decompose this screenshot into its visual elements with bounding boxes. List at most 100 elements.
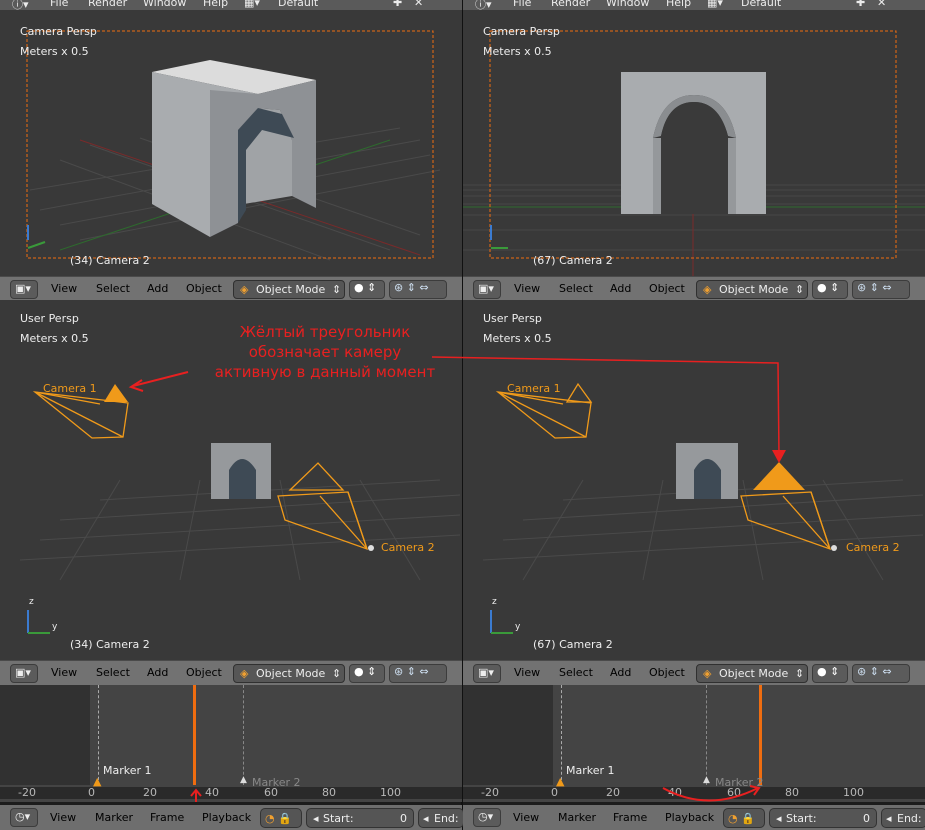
start-frame-field[interactable]: ◂ Start: 0 [306, 808, 414, 828]
menu-object[interactable]: Object [649, 282, 685, 295]
frame-info: (67) Camera 2 [533, 254, 613, 267]
menu-render[interactable]: Render [88, 0, 127, 9]
viewport-camera-persp[interactable]: Camera Persp Meters x 0.5 (67) Camera 2 [463, 10, 925, 276]
menu-help[interactable]: Help [203, 0, 228, 9]
layout-icon[interactable]: ▦▾ [707, 0, 723, 9]
timeline[interactable]: Marker 1 ▲ ▲ Marker 2 -20 0 20 40 60 80 … [0, 685, 462, 802]
menu-playback[interactable]: Playback [665, 811, 714, 824]
info-icon[interactable]: ⓘ▾ [12, 0, 29, 10]
add-layout-icon[interactable]: ✚ [856, 0, 865, 9]
end-frame-field[interactable]: ◂ End: [881, 808, 925, 828]
timeline-preroll [0, 685, 90, 785]
sphere-icon: ● ⇕ [817, 281, 840, 294]
shading-button[interactable]: ● ⇕ [349, 664, 385, 683]
mode-selector[interactable]: ◈ Object Mode ⇕ [696, 280, 808, 299]
menu-render[interactable]: Render [551, 0, 590, 9]
mode-selector[interactable]: ◈ Object Mode ⇕ [233, 280, 345, 299]
marker2-icon[interactable]: ▲ [240, 775, 247, 785]
menu-object[interactable]: Object [649, 666, 685, 679]
camera1-label: Camera 1 [43, 382, 97, 395]
menu-select[interactable]: Select [96, 282, 130, 295]
menu-view[interactable]: View [513, 811, 539, 824]
cube-icon: ▣▾ [15, 666, 31, 679]
menu-window[interactable]: Window [143, 0, 186, 9]
clock-icon: ◷▾ [478, 810, 494, 823]
unit-scale: Meters x 0.5 [20, 332, 89, 345]
editor-type-button[interactable]: ◷▾ [10, 808, 38, 827]
frame-info: (67) Camera 2 [533, 638, 613, 651]
pivot-manipulator-button[interactable]: ⊛ ⇕ ⇔ [389, 280, 447, 299]
pivot-icon: ⊛ ⇕ ⇔ [857, 281, 892, 294]
menu-view[interactable]: View [514, 282, 540, 295]
menu-add[interactable]: Add [147, 282, 168, 295]
menu-add[interactable]: Add [610, 666, 631, 679]
chevron-left-icon: ◂ [776, 812, 782, 825]
marker1-line [561, 685, 562, 785]
end-frame-field[interactable]: ◂ End: [418, 808, 464, 828]
mode-selector[interactable]: ◈ Object Mode ⇕ [233, 664, 345, 683]
timeline[interactable]: Marker 1 ▲ ▲ Marker 2 -20 0 20 40 60 80 … [463, 685, 925, 802]
mode-label: Object Mode [719, 667, 789, 680]
preview-range-toggle[interactable]: ◔ 🔒 [260, 808, 302, 828]
menu-marker[interactable]: Marker [95, 811, 133, 824]
menu-marker[interactable]: Marker [558, 811, 596, 824]
current-frame-indicator[interactable] [759, 685, 762, 785]
timeline-header: ◷▾ View Marker Frame Playback ◔ 🔒 ◂ Star… [0, 805, 464, 830]
pivot-manipulator-button[interactable]: ⊛ ⇕ ⇔ [852, 280, 910, 299]
editor-type-button[interactable]: ▣▾ [10, 280, 38, 299]
menu-select[interactable]: Select [559, 666, 593, 679]
viewport-camera-persp[interactable]: Camera Persp Meters x 0.5 (34) Camera 2 [0, 10, 462, 276]
object-mode-icon: ◈ [240, 667, 249, 680]
layout-icon[interactable]: ▦▾ [244, 0, 260, 9]
menu-help[interactable]: Help [666, 0, 691, 9]
viewport-user-persp[interactable]: User Persp Meters x 0.5 Camera 1 Camera … [463, 300, 925, 660]
menu-add[interactable]: Add [610, 282, 631, 295]
layout-name[interactable]: Default [278, 0, 318, 9]
current-frame-indicator[interactable] [193, 685, 196, 785]
pivot-manipulator-button[interactable]: ⊛ ⇕ ⇔ [389, 664, 447, 683]
mode-selector[interactable]: ◈ Object Mode ⇕ [696, 664, 808, 683]
editor-type-button[interactable]: ▣▾ [473, 280, 501, 299]
menu-view[interactable]: View [50, 811, 76, 824]
preview-range-toggle[interactable]: ◔ 🔒 [723, 808, 765, 828]
menu-file[interactable]: File [513, 0, 531, 9]
menu-view[interactable]: View [51, 282, 77, 295]
menu-file[interactable]: File [50, 0, 68, 9]
tick-label: 40 [205, 786, 219, 799]
curved-arrow-icon [662, 785, 761, 802]
shading-button[interactable]: ● ⇕ [349, 280, 385, 299]
start-frame-field[interactable]: ◂ Start: 0 [769, 808, 877, 828]
shading-button[interactable]: ● ⇕ [812, 280, 848, 299]
remove-layout-icon[interactable]: ✕ [414, 0, 423, 9]
chevron-left-icon: ◂ [886, 812, 892, 825]
menu-view[interactable]: View [51, 666, 77, 679]
menu-object[interactable]: Object [186, 666, 222, 679]
menu-object[interactable]: Object [186, 282, 222, 295]
remove-layout-icon[interactable]: ✕ [877, 0, 886, 9]
menu-frame[interactable]: Frame [613, 811, 647, 824]
menu-playback[interactable]: Playback [202, 811, 251, 824]
info-icon[interactable]: ⓘ▾ [475, 0, 492, 10]
timeline-ruler: -20 0 20 40 60 80 100 [0, 786, 462, 799]
menu-select[interactable]: Select [559, 282, 593, 295]
shading-button[interactable]: ● ⇕ [812, 664, 848, 683]
editor-type-button[interactable]: ◷▾ [473, 808, 501, 827]
menu-select[interactable]: Select [96, 666, 130, 679]
tick-label: 20 [143, 786, 157, 799]
layout-name[interactable]: Default [741, 0, 781, 9]
sphere-icon: ● ⇕ [354, 281, 377, 294]
unit-scale: Meters x 0.5 [483, 332, 552, 345]
start-value: 0 [400, 812, 407, 825]
menu-frame[interactable]: Frame [150, 811, 184, 824]
editor-type-button[interactable]: ▣▾ [473, 664, 501, 683]
pivot-icon: ⊛ ⇕ ⇔ [394, 281, 429, 294]
frame-info: (34) Camera 2 [70, 254, 150, 267]
add-layout-icon[interactable]: ✚ [393, 0, 402, 9]
tick-label: 80 [322, 786, 336, 799]
menu-add[interactable]: Add [147, 666, 168, 679]
menu-window[interactable]: Window [606, 0, 649, 9]
editor-type-button[interactable]: ▣▾ [10, 664, 38, 683]
pivot-manipulator-button[interactable]: ⊛ ⇕ ⇔ [852, 664, 910, 683]
menu-view[interactable]: View [514, 666, 540, 679]
timeline-header: ◷▾ View Marker Frame Playback ◔ 🔒 ◂ Star… [463, 805, 925, 830]
